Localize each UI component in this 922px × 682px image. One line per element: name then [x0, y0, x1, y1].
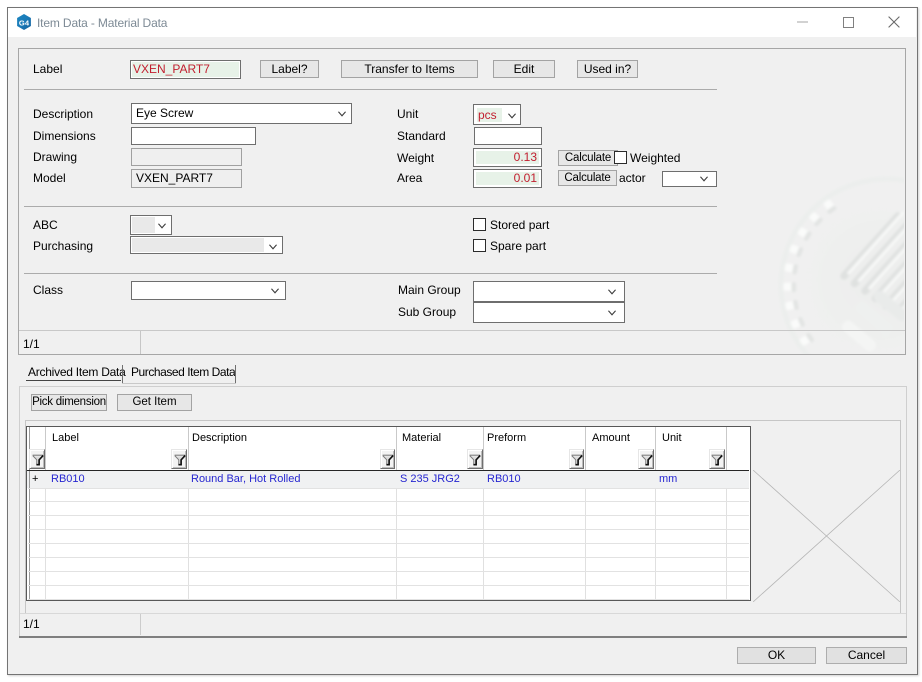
- svg-text:G4: G4: [19, 18, 30, 27]
